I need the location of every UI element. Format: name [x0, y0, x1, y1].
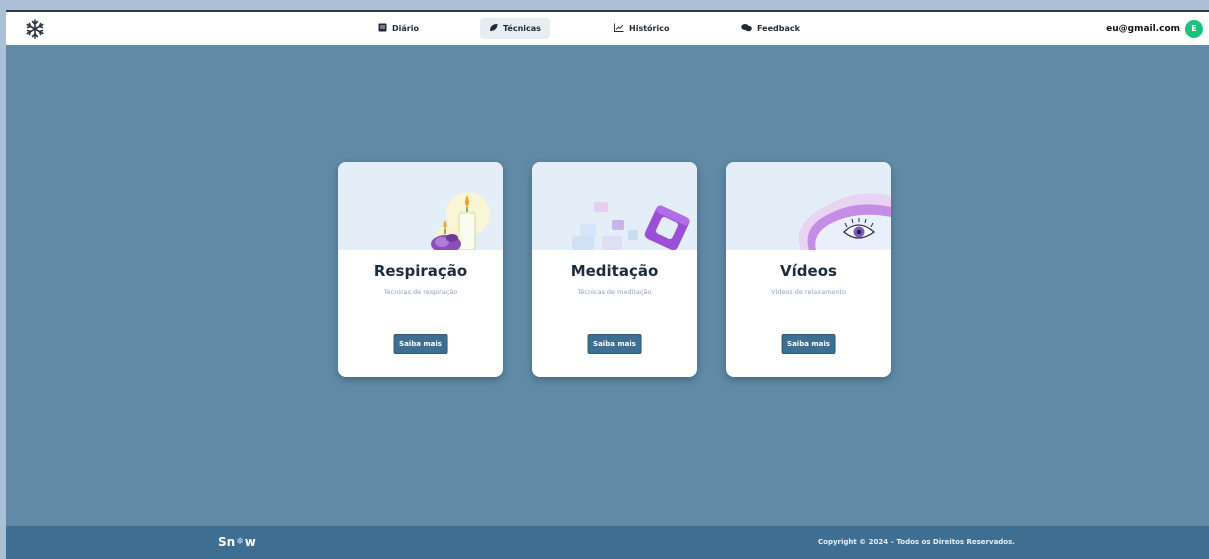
eye-illustration: [726, 162, 891, 250]
nav-item-historico[interactable]: Histórico: [605, 18, 678, 39]
candles-illustration: [338, 162, 503, 250]
footer-logo: Sn ❄ w: [218, 535, 256, 549]
book-icon: [378, 23, 387, 35]
card-videos: Vídeos Vídeos de relaxamento Saiba mais: [726, 162, 891, 377]
chat-bubbles-icon: [741, 23, 752, 35]
saiba-mais-button[interactable]: Saiba mais: [587, 334, 642, 354]
nav-label-historico: Histórico: [629, 24, 670, 33]
nav-label-diario: Diário: [392, 24, 419, 33]
card-subtitle: Técnicas de respiração: [383, 288, 458, 296]
nav-item-tecnicas[interactable]: Técnicas: [480, 18, 550, 39]
app-frame: Diário Técnicas Histórico Feedback eu@gm…: [6, 10, 1209, 559]
nav-item-diario[interactable]: Diário: [369, 18, 428, 39]
chart-line-icon: [614, 23, 624, 35]
avatar[interactable]: E: [1185, 19, 1203, 38]
card-subtitle: Técnicas de meditação: [577, 288, 652, 296]
footer-logo-text-right: w: [244, 535, 256, 549]
footer: Sn ❄ w Copyright © 2024 – Todos os Direi…: [6, 526, 1209, 559]
nav-label-tecnicas: Técnicas: [503, 24, 541, 33]
card-respiracao: Respiração Técnicas de respiração Saiba …: [338, 162, 503, 377]
card-subtitle: Vídeos de relaxamento: [770, 288, 847, 296]
saiba-mais-button[interactable]: Saiba mais: [781, 334, 836, 354]
copyright-text: Copyright © 2024 – Todos os Direitos Res…: [818, 538, 1015, 546]
card-title: Vídeos: [780, 262, 837, 280]
leaf-icon: [489, 23, 498, 35]
card-meditacao: Meditação Técnicas de meditação Saiba ma…: [532, 162, 697, 377]
card-title: Meditação: [570, 262, 659, 280]
user-email: eu@gmail.com: [1106, 23, 1180, 34]
nav-label-feedback: Feedback: [757, 24, 800, 33]
saiba-mais-button[interactable]: Saiba mais: [393, 334, 448, 354]
snowflake-icon: ❄: [236, 537, 244, 547]
nav-item-feedback[interactable]: Feedback: [732, 18, 809, 39]
navbar: Diário Técnicas Histórico Feedback eu@gm…: [6, 12, 1209, 45]
user-menu[interactable]: eu@gmail.com E: [1106, 18, 1203, 39]
shapes-illustration: [532, 162, 697, 250]
main-nav: Diário Técnicas Histórico Feedback: [6, 12, 1209, 45]
card-title: Respiração: [373, 262, 468, 280]
footer-logo-text-left: Sn: [218, 535, 236, 549]
